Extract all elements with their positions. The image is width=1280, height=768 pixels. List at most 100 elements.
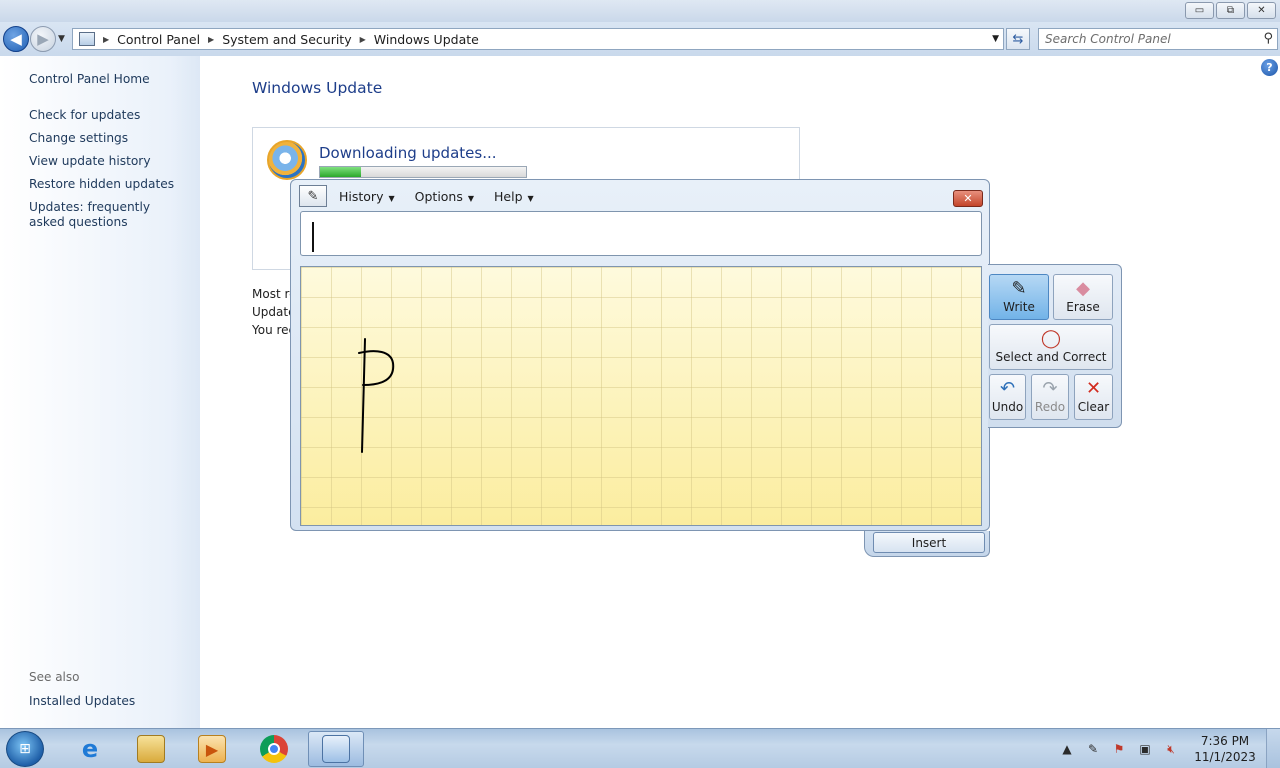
control-panel-icon: [79, 32, 95, 46]
see-also-heading: See also: [29, 670, 80, 684]
clock[interactable]: 7:36 PM 11/1/2023: [1190, 733, 1260, 765]
volume-muted-icon[interactable]: 🔇︎: [1160, 739, 1182, 759]
recent-pages-dropdown[interactable]: ▼: [58, 34, 65, 44]
start-button[interactable]: ⊞: [6, 731, 44, 767]
chevron-down-icon: ▼: [467, 193, 475, 203]
redo-button[interactable]: ↷ Redo: [1031, 374, 1069, 420]
tool-panel: ✎ Write ◆ Erase ◯ Select and Correct ↶ U…: [988, 264, 1122, 428]
taskbar-media-player[interactable]: ▶: [184, 731, 240, 767]
restore-hidden-updates-link[interactable]: Restore hidden updates: [29, 177, 174, 191]
clear-x-icon: ✕: [1085, 378, 1102, 399]
text-caret: [312, 222, 314, 252]
download-progress-bar: [319, 166, 527, 178]
help-menu-label: Help: [494, 188, 523, 204]
breadcrumb-control-panel[interactable]: Control Panel: [117, 32, 200, 47]
help-menu[interactable]: Help ▼: [494, 189, 534, 204]
select-and-correct-button[interactable]: ◯ Select and Correct: [989, 324, 1113, 370]
system-tray: ▲ ✎ ⚑ ▣ 🔇︎ 7:36 PM 11/1/2023: [1052, 729, 1280, 768]
panel-menu-bar: ✎ History ▼ Options ▼ Help ▼: [299, 184, 554, 208]
clock-time: 7:36 PM: [1200, 734, 1250, 748]
insert-tab: Insert: [864, 531, 990, 557]
address-dropdown-icon[interactable]: ▼: [992, 34, 999, 44]
clear-button[interactable]: ✕ Clear: [1074, 374, 1113, 420]
history-menu[interactable]: History ▼: [339, 189, 395, 204]
minimize-button[interactable]: ▭: [1185, 2, 1214, 19]
windows-logo-icon: ⊞: [19, 741, 31, 757]
history-menu-label: History: [339, 188, 384, 204]
pen-icon: ✎: [1011, 278, 1027, 299]
options-menu-label: Options: [414, 188, 463, 204]
installed-updates-link[interactable]: Installed Updates: [29, 694, 135, 708]
erase-label: Erase: [1066, 300, 1100, 314]
chevron-down-icon: ▼: [388, 193, 395, 203]
control-panel-home-link[interactable]: Control Panel Home: [29, 72, 150, 86]
pen-input-icon[interactable]: ✎: [1082, 739, 1104, 759]
select-and-correct-label: Select and Correct: [995, 350, 1107, 364]
taskbar-windows-explorer[interactable]: [123, 731, 179, 767]
options-menu[interactable]: Options ▼: [415, 189, 474, 204]
help-icon[interactable]: ?: [1261, 59, 1278, 76]
chrome-icon: [260, 735, 288, 763]
refresh-icon: ⇆: [1012, 31, 1024, 47]
write-button[interactable]: ✎ Write: [989, 274, 1049, 320]
search-input[interactable]: [1039, 29, 1249, 49]
search-box[interactable]: ⚲: [1038, 28, 1278, 50]
show-desktop-button[interactable]: [1266, 729, 1280, 768]
close-button[interactable]: ✕: [1247, 2, 1276, 19]
chevron-down-icon: ▼: [527, 193, 534, 203]
undo-icon: ↶: [999, 378, 1016, 399]
windows-update-icon: [267, 140, 307, 180]
progress-fill: [320, 167, 362, 177]
undo-label: Undo: [991, 400, 1024, 414]
clock-date: 11/1/2023: [1194, 750, 1256, 764]
folder-icon: [137, 735, 165, 763]
change-settings-link[interactable]: Change settings: [29, 131, 128, 145]
status-text: Downloading updates...: [319, 144, 497, 162]
arrow-left-icon: ◀: [10, 30, 22, 48]
breadcrumb-system-and-security[interactable]: System and Security: [222, 32, 351, 47]
handwriting-ink: [358, 338, 395, 453]
internet-explorer-icon: e: [81, 735, 99, 763]
address-bar[interactable]: ▶ Control Panel ▶ System and Security ▶ …: [72, 28, 1004, 50]
breadcrumb-separator[interactable]: ▶: [208, 35, 214, 44]
arrow-right-icon: ▶: [37, 30, 49, 48]
action-center-flag-icon[interactable]: ⚑: [1108, 739, 1130, 759]
taskbar-control-panel[interactable]: [308, 731, 364, 767]
undo-button[interactable]: ↶ Undo: [989, 374, 1026, 420]
page-title: Windows Update: [252, 79, 383, 97]
search-icon[interactable]: ⚲: [1263, 31, 1273, 46]
window-controls: ▭ ⧉ ✕: [1185, 2, 1276, 19]
media-player-icon: ▶: [198, 735, 226, 763]
taskbar-chrome[interactable]: [246, 731, 302, 767]
taskbar-internet-explorer[interactable]: e: [62, 731, 118, 767]
check-for-updates-link[interactable]: Check for updates: [29, 108, 140, 122]
redo-icon: ↷: [1042, 378, 1058, 399]
writing-area[interactable]: [300, 266, 982, 526]
eraser-icon: ◆: [1076, 278, 1090, 299]
forward-button[interactable]: ▶: [30, 26, 56, 52]
erase-button[interactable]: ◆ Erase: [1053, 274, 1113, 320]
breadcrumb-separator[interactable]: ▶: [360, 35, 366, 44]
refresh-button[interactable]: ⇆: [1006, 28, 1030, 50]
write-label: Write: [1003, 300, 1035, 314]
redo-label: Redo: [1034, 400, 1066, 414]
info-line: You rec: [252, 323, 296, 337]
maximize-button[interactable]: ⧉: [1216, 2, 1245, 19]
pen-tablet-icon: ✎: [299, 185, 327, 207]
insert-button[interactable]: Insert: [873, 532, 985, 553]
updates-faq-link[interactable]: Updates: frequently asked questions: [29, 200, 179, 230]
back-button[interactable]: ◀: [3, 26, 29, 52]
view-update-history-link[interactable]: View update history: [29, 154, 151, 168]
breadcrumb-windows-update[interactable]: Windows Update: [374, 32, 479, 47]
control-panel-icon: [322, 735, 350, 763]
breadcrumb-separator[interactable]: ▶: [103, 35, 109, 44]
panel-close-button[interactable]: ✕: [953, 190, 983, 207]
navigation-bar: ◀ ▶ ▼ ▶ Control Panel ▶ System and Secur…: [0, 22, 1280, 56]
network-icon[interactable]: ▣: [1134, 739, 1156, 759]
show-hidden-icons-button[interactable]: ▲: [1056, 739, 1078, 759]
close-icon: ✕: [963, 192, 973, 205]
window-title-bar: ▭ ⧉ ✕: [0, 0, 1280, 22]
recognition-preview-field[interactable]: [300, 211, 982, 256]
taskbar: ⊞ e ▶ ▲ ✎ ⚑ ▣ 🔇︎ 7:36 PM 11/1/2023: [0, 728, 1280, 768]
clear-label: Clear: [1077, 400, 1110, 414]
